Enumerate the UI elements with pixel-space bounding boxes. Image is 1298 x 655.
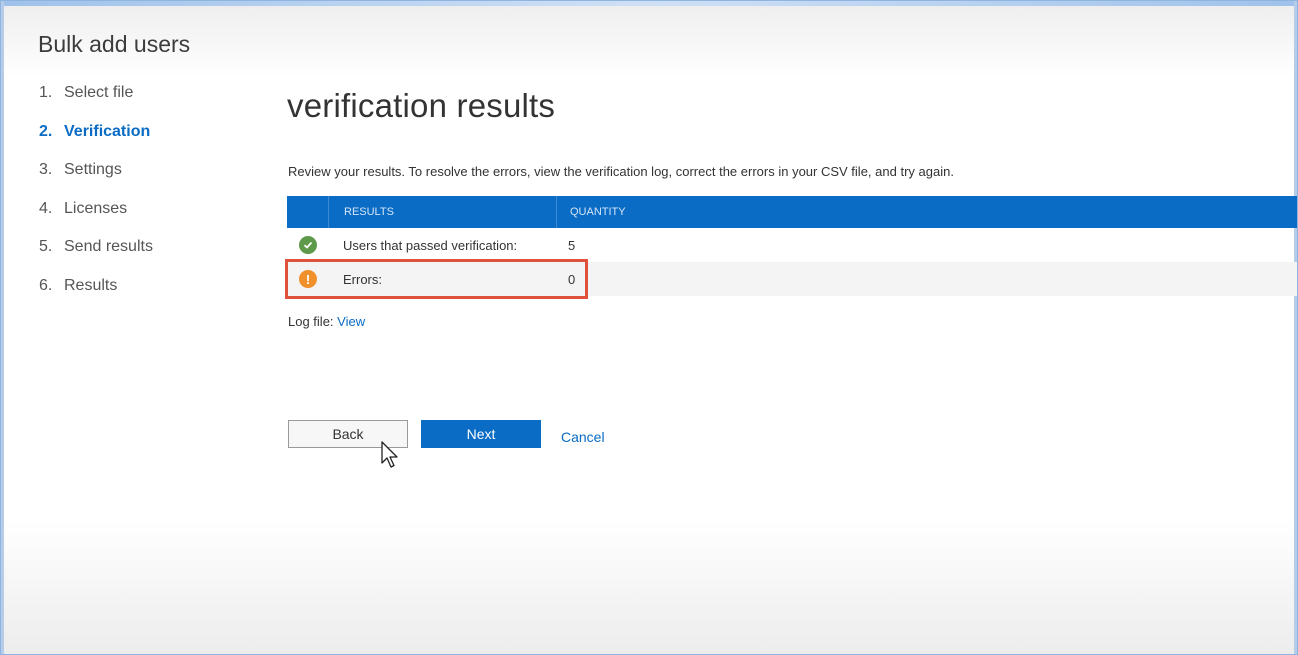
check-circle-icon	[299, 236, 317, 254]
next-button[interactable]: Next	[421, 420, 541, 448]
page-title: verification results	[287, 87, 556, 124]
view-log-link[interactable]: View	[337, 314, 365, 329]
header-results: RESULTS	[329, 196, 557, 228]
row-quantity: 5	[568, 237, 576, 253]
table-row-passed: Users that passed verification: 5	[287, 228, 1297, 262]
step-settings: 3. Settings	[39, 158, 153, 197]
instructions-text: Review your results. To resolve the erro…	[288, 164, 954, 179]
step-number: 6.	[39, 276, 53, 294]
step-label: Results	[64, 276, 118, 294]
header-icon-column	[287, 196, 329, 228]
log-file-label: Log file:	[288, 314, 334, 329]
step-send-results: 5. Send results	[39, 235, 153, 274]
log-file: Log file: View	[288, 314, 365, 329]
app-title: Bulk add users	[38, 31, 191, 57]
mouse-pointer-icon	[381, 441, 398, 468]
step-label: Settings	[64, 161, 122, 179]
row-label: Users that passed verification:	[343, 237, 518, 253]
step-label: Verification	[64, 122, 151, 140]
step-number: 3.	[39, 161, 53, 179]
header-quantity: QUANTITY	[570, 206, 626, 218]
cancel-link[interactable]: Cancel	[561, 429, 605, 445]
step-label: Send results	[64, 238, 153, 256]
row-icon-cell	[287, 236, 329, 254]
window-border	[1294, 1, 1297, 654]
step-verification: 2. Verification	[39, 120, 153, 159]
step-label: Select file	[64, 84, 134, 101]
step-number: 1.	[39, 84, 53, 101]
step-licenses: 4. Licenses	[39, 197, 153, 236]
step-label: Licenses	[64, 199, 128, 217]
step-number: 2.	[39, 122, 53, 140]
errors-highlight-box	[285, 259, 588, 299]
step-number: 5.	[39, 238, 53, 256]
wizard-steps: 1. Select file 2. Verification 3. Settin…	[39, 81, 153, 313]
step-number: 4.	[39, 199, 53, 217]
wizard-window: Bulk add users 1. Select file 2. Verific…	[0, 0, 1298, 655]
step-select-file: 1. Select file	[39, 81, 153, 120]
step-results: 6. Results	[39, 274, 153, 313]
table-header: RESULTS QUANTITY	[287, 196, 1297, 228]
